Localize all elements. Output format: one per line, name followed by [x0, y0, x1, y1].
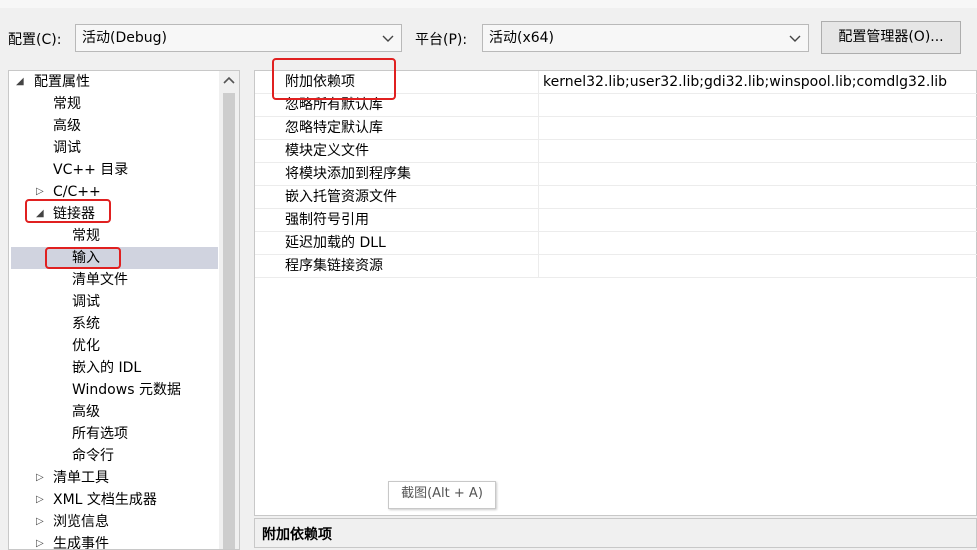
tree-item-browse-information[interactable]: 浏览信息: [53, 511, 109, 533]
tree-item-linker-embedded-idl[interactable]: 嵌入的 IDL: [72, 357, 141, 379]
platform-label: 平台(P):: [415, 32, 468, 48]
chevron-down-icon: [382, 35, 394, 42]
tree-item-linker-debugging[interactable]: 调试: [72, 291, 100, 313]
config-label: 配置(C):: [8, 32, 62, 48]
property-row[interactable]: 将模块添加到程序集: [255, 163, 977, 186]
scrollbar-thumb[interactable]: [223, 93, 235, 549]
chevron-down-icon: [789, 35, 801, 42]
tree-item-advanced[interactable]: 高级: [53, 115, 81, 137]
config-value: 活动(Debug): [82, 30, 167, 46]
screenshot-tooltip: 截图(Alt + A): [388, 481, 496, 509]
tree-item-debugging[interactable]: 调试: [53, 137, 81, 159]
tree-item-linker-general[interactable]: 常规: [72, 225, 100, 247]
property-name: 嵌入托管资源文件: [285, 189, 397, 205]
tree-item-linker-system[interactable]: 系统: [72, 313, 100, 335]
property-name: 忽略特定默认库: [285, 120, 383, 136]
tree-item-linker-command-line[interactable]: 命令行: [72, 445, 114, 467]
property-name: 将模块添加到程序集: [285, 166, 411, 182]
tree-item-linker-all-options[interactable]: 所有选项: [72, 423, 128, 445]
property-name: 强制符号引用: [285, 212, 369, 228]
property-row[interactable]: 强制符号引用: [255, 209, 977, 232]
property-value[interactable]: kernel32.lib;user32.lib;gdi32.lib;winspo…: [543, 71, 947, 93]
property-row[interactable]: 嵌入托管资源文件: [255, 186, 977, 209]
input-highlight-box: [45, 247, 121, 269]
collapsed-triangle-icon[interactable]: ▷: [36, 533, 48, 549]
property-name: 模块定义文件: [285, 143, 369, 159]
tree-scrollbar[interactable]: [219, 71, 239, 549]
tree-item-linker-optimization[interactable]: 优化: [72, 335, 100, 357]
config-dropdown[interactable]: 活动(Debug): [75, 24, 402, 52]
tree-item-general[interactable]: 常规: [53, 93, 81, 115]
property-row[interactable]: 模块定义文件: [255, 140, 977, 163]
property-tree: ◢ 配置属性 常规 高级 调试 VC++ 目录 ▷ C/C++ ◢ 链接器 常规…: [8, 70, 240, 550]
expanded-triangle-icon[interactable]: ◢: [16, 71, 28, 93]
collapsed-triangle-icon[interactable]: ▷: [36, 511, 48, 533]
collapsed-triangle-icon[interactable]: ▷: [36, 467, 48, 489]
top-strip: [0, 0, 977, 8]
property-row[interactable]: 程序集链接资源: [255, 255, 977, 278]
tree-item-config-properties[interactable]: 配置属性: [34, 71, 90, 93]
property-name: 延迟加载的 DLL: [285, 235, 386, 251]
tree-item-manifest-tool[interactable]: 清单工具: [53, 467, 109, 489]
additional-dependencies-highlight-box: [272, 58, 396, 100]
platform-dropdown[interactable]: 活动(x64): [482, 24, 809, 52]
scroll-up-arrow-icon[interactable]: [223, 75, 235, 85]
property-row[interactable]: 延迟加载的 DLL: [255, 232, 977, 255]
tree-item-linker-advanced[interactable]: 高级: [72, 401, 100, 423]
tree-item-linker-manifest[interactable]: 清单文件: [72, 269, 128, 291]
property-grid: 附加依赖项 kernel32.lib;user32.lib;gdi32.lib;…: [254, 70, 977, 516]
tree-item-linker-windows-metadata[interactable]: Windows 元数据: [72, 379, 181, 401]
platform-value: 活动(x64): [489, 30, 555, 46]
tree-item-xml-doc-generator[interactable]: XML 文档生成器: [53, 489, 157, 511]
property-name: 程序集链接资源: [285, 258, 383, 274]
property-row[interactable]: 忽略特定默认库: [255, 117, 977, 140]
linker-highlight-box: [25, 199, 111, 223]
tree-item-build-events[interactable]: 生成事件: [53, 533, 109, 549]
configuration-manager-button[interactable]: 配置管理器(O)...: [821, 21, 961, 54]
collapsed-triangle-icon[interactable]: ▷: [36, 489, 48, 511]
tree-item-vc-directories[interactable]: VC++ 目录: [53, 159, 128, 181]
description-title: 附加依赖项: [262, 527, 332, 543]
